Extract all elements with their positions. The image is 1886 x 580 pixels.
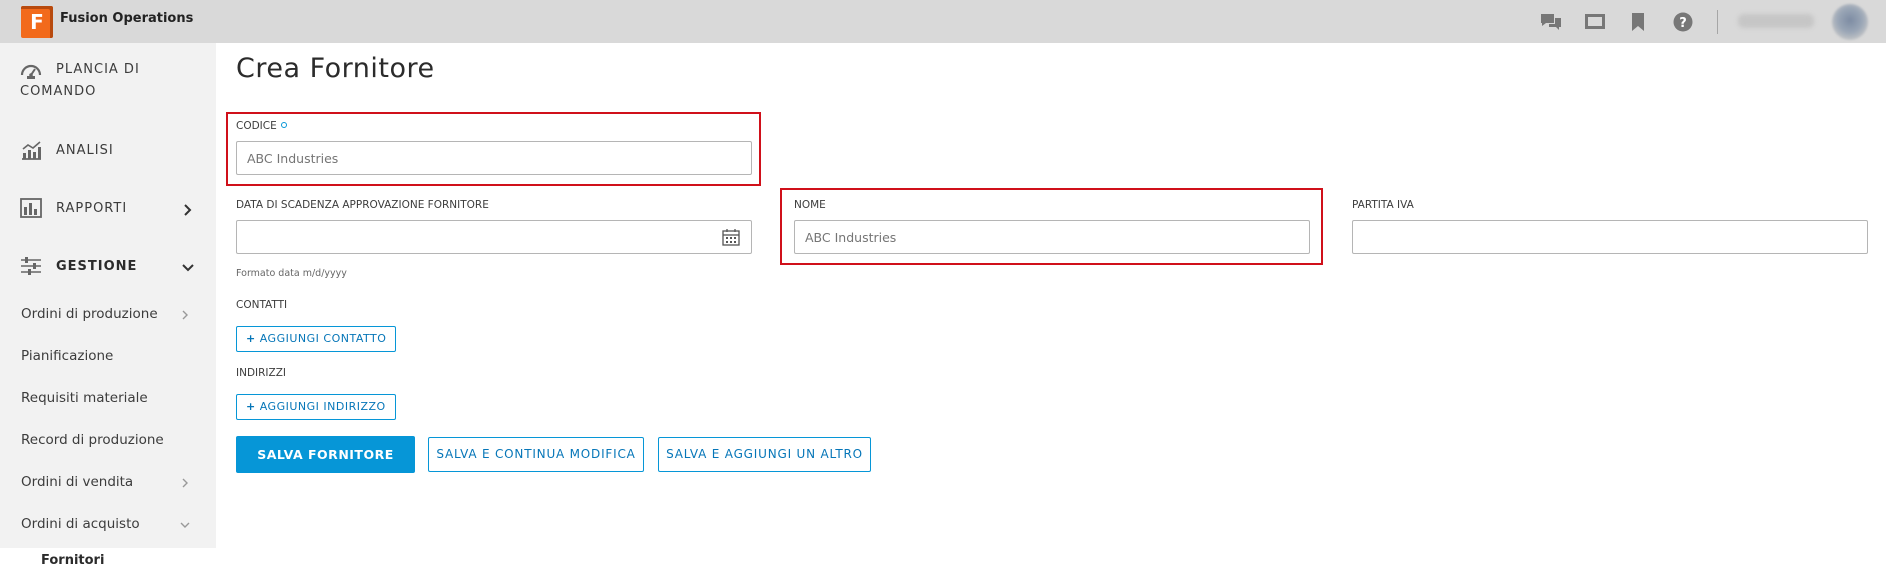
date-format-hint: Formato data m/d/yyyy	[236, 268, 347, 279]
analytics-chart-icon	[22, 141, 41, 160]
nome-label: NOME	[794, 199, 826, 211]
calendar-icon[interactable]	[722, 228, 740, 246]
chevron-right-icon	[182, 310, 188, 320]
partita-iva-input[interactable]	[1352, 220, 1868, 254]
sidebar-label-dashboard: PLANCIA DI	[56, 62, 140, 77]
nome-input[interactable]	[794, 220, 1310, 254]
chat-icon[interactable]	[1537, 8, 1565, 36]
topbar-divider	[1717, 10, 1718, 34]
help-icon[interactable]: ?	[1669, 8, 1697, 36]
reports-bar-icon	[20, 198, 42, 218]
sidebar-sub-ordini-produzione[interactable]: Ordini di produzione	[21, 306, 158, 322]
app-title[interactable]: Fusion Operations	[60, 10, 193, 28]
plus-icon: +	[246, 332, 256, 345]
chevron-down-icon	[180, 522, 190, 528]
sidebar-item-gestione[interactable]: GESTIONE	[0, 253, 216, 281]
save-add-another-button[interactable]: SALVA E AGGIUNGI UN ALTRO	[658, 437, 871, 472]
add-address-button[interactable]: + AGGIUNGI INDIRIZZO	[236, 394, 396, 420]
sidebar-label-analisi: ANALISI	[56, 143, 114, 158]
sidebar-sub-ordini-vendita[interactable]: Ordini di vendita	[21, 474, 133, 490]
required-dot-icon	[280, 122, 287, 128]
sidebar-sub-record-produzione[interactable]: Record di produzione	[21, 432, 164, 448]
save-supplier-button[interactable]: SALVA FORNITORE	[236, 436, 415, 473]
add-contact-label: AGGIUNGI CONTATTO	[259, 332, 387, 345]
add-address-label: AGGIUNGI INDIRIZZO	[259, 400, 386, 413]
sidebar-sub-fornitori[interactable]: Fornitori	[41, 553, 104, 568]
chevron-right-icon	[182, 478, 188, 488]
indirizzi-label: INDIRIZZI	[236, 367, 287, 379]
codice-label-text: CODICE	[236, 120, 277, 132]
scadenza-date-input[interactable]	[236, 220, 752, 254]
sidebar-item-rapporti[interactable]: RAPPORTI	[0, 195, 216, 223]
sidebar-label-rapporti: RAPPORTI	[56, 201, 128, 216]
codice-input[interactable]	[236, 141, 752, 175]
bookmark-icon[interactable]	[1624, 8, 1652, 36]
sidebar-sub-requisiti-materiale[interactable]: Requisiti materiale	[21, 390, 148, 406]
codice-label: CODICE	[236, 120, 287, 132]
save-continue-button[interactable]: SALVA E CONTINUA MODIFICA	[428, 437, 644, 472]
chevron-right-icon	[184, 204, 192, 216]
page-title: Crea Fornitore	[236, 53, 435, 84]
scadenza-label: DATA DI SCADENZA APPROVAZIONE FORNITORE	[236, 199, 489, 211]
sidebar-label-gestione: GESTIONE	[56, 259, 138, 274]
sidebar-item-analisi[interactable]: ANALISI	[0, 137, 216, 165]
contatti-label: CONTATTI	[236, 299, 288, 311]
app-logo[interactable]: F	[21, 6, 53, 38]
sidebar-sub-ordini-acquisto[interactable]: Ordini di acquisto	[21, 516, 140, 532]
partita-iva-label: PARTITA IVA	[1352, 199, 1414, 211]
top-bar: F Fusion Operations ?	[0, 0, 1886, 43]
dashboard-gauge-icon	[20, 64, 42, 79]
chevron-down-icon	[182, 264, 194, 272]
sidebar-item-dashboard[interactable]: PLANCIA DI COMANDO	[0, 57, 216, 99]
sidebar: PLANCIA DI COMANDO ANALISI RAPPORTI GEST…	[0, 43, 216, 580]
sliders-icon	[21, 257, 41, 275]
plus-icon: +	[246, 400, 256, 413]
svg-text:?: ?	[1679, 16, 1687, 31]
add-contact-button[interactable]: + AGGIUNGI CONTATTO	[236, 326, 397, 352]
monitor-icon[interactable]	[1581, 8, 1609, 36]
sidebar-sub-pianificazione[interactable]: Pianificazione	[21, 348, 113, 364]
user-avatar[interactable]	[1832, 4, 1868, 40]
user-name-redacted[interactable]	[1738, 14, 1814, 28]
sidebar-label-dashboard-line2: COMANDO	[20, 84, 97, 99]
sidebar-active-row	[0, 548, 216, 580]
